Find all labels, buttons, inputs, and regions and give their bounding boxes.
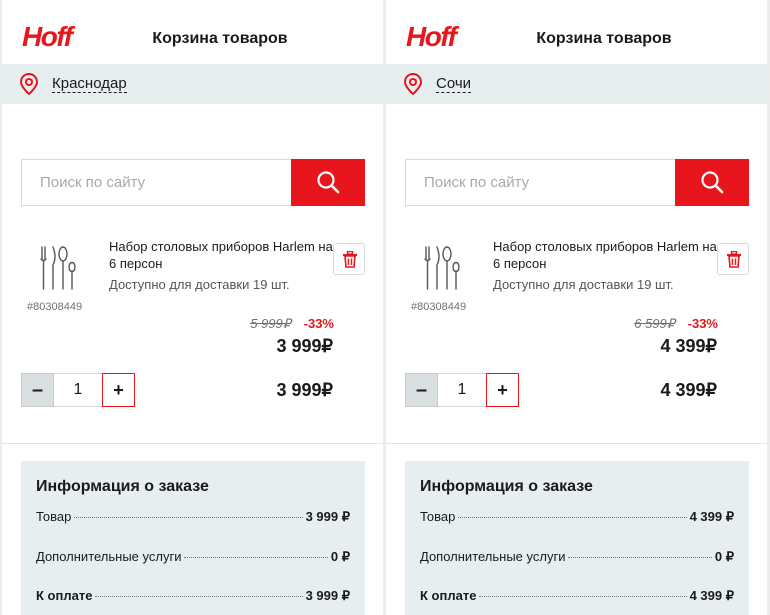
order-row-label: Товар — [420, 509, 456, 524]
product-name[interactable]: Набор столовых приборов Harlem на 6 перс… — [493, 238, 721, 272]
order-row-label: Дополнительные услуги — [36, 549, 182, 564]
quantity-input[interactable] — [54, 373, 102, 407]
page-title: Корзина товаров — [152, 30, 288, 47]
search-button[interactable] — [291, 159, 365, 206]
dotted-leader — [95, 596, 303, 597]
unit-price: 4 399₽ — [660, 336, 718, 356]
order-row-total: К оплате 4 399 ₽ — [420, 588, 734, 604]
trash-icon — [343, 251, 357, 268]
trash-icon — [727, 251, 741, 268]
decrease-quantity-button[interactable]: – — [405, 373, 438, 407]
product-sku: #80308449 — [411, 301, 467, 313]
unit-price: 3 999₽ — [276, 336, 334, 356]
old-price: 5 999₽ — [250, 316, 291, 331]
remove-item-button[interactable] — [717, 243, 749, 275]
availability-text: Доступно для доставки 19 шт. — [493, 277, 674, 292]
dotted-leader — [74, 517, 303, 518]
cutlery-product-image[interactable] — [32, 243, 82, 293]
cart-panel-right: Hoff Корзина товаров Сочи Поиск по сайту… — [386, 0, 767, 615]
city-name[interactable]: Сочи — [436, 75, 472, 93]
quantity-stepper: – + — [405, 373, 519, 407]
dotted-leader — [458, 517, 687, 518]
availability-text: Доступно для доставки 19 шт. — [109, 277, 290, 292]
order-row-label: Дополнительные услуги — [420, 549, 566, 564]
search-button[interactable] — [675, 159, 749, 206]
search-icon — [317, 171, 340, 194]
page-title: Корзина товаров — [536, 30, 672, 47]
divider — [386, 443, 767, 444]
order-summary-title: Информация о заказе — [36, 478, 209, 495]
line-total-price: 3 999₽ — [276, 380, 334, 400]
order-summary: Информация о заказе Товар 3 999 ₽ Дополн… — [21, 461, 365, 615]
order-row-total: К оплате 3 999 ₽ — [36, 588, 350, 604]
search-input[interactable] — [406, 160, 674, 205]
header: Hoff Корзина товаров — [386, 12, 767, 62]
location-pin-icon — [19, 72, 39, 96]
order-row-label: Товар — [36, 509, 72, 524]
order-row-value: 4 399 ₽ — [689, 509, 734, 524]
order-row-value: 0 ₽ — [330, 549, 350, 564]
cart-panel-left: Hoff Корзина товаров Краснодар Поиск по … — [2, 0, 383, 615]
product-name[interactable]: Набор столовых приборов Harlem на 6 перс… — [109, 238, 337, 272]
order-row-value: 3 999 ₽ — [305, 588, 350, 603]
line-total-price: 4 399₽ — [660, 380, 718, 400]
search-input[interactable] — [22, 160, 290, 205]
order-row-goods: Товар 4 399 ₽ — [420, 509, 734, 525]
increase-quantity-button[interactable]: + — [486, 373, 519, 407]
order-row-label: К оплате — [420, 588, 477, 603]
city-name[interactable]: Краснодар — [52, 75, 127, 93]
city-selector[interactable]: Сочи — [386, 64, 767, 104]
dotted-leader — [184, 557, 328, 558]
old-price: 6 599₽ — [634, 316, 675, 331]
order-row-services: Дополнительные услуги 0 ₽ — [420, 549, 734, 565]
order-row-value: 0 ₽ — [714, 549, 734, 564]
order-row-value: 4 399 ₽ — [689, 588, 734, 603]
dotted-leader — [479, 596, 687, 597]
discount-badge: -33% — [687, 316, 718, 331]
remove-item-button[interactable] — [333, 243, 365, 275]
product-sku: #80308449 — [27, 301, 83, 313]
search-bar — [405, 159, 749, 206]
location-pin-icon — [403, 72, 423, 96]
city-selector[interactable]: Краснодар — [2, 64, 383, 104]
quantity-input[interactable] — [438, 373, 486, 407]
order-summary: Информация о заказе Товар 4 399 ₽ Дополн… — [405, 461, 749, 615]
discount-badge: -33% — [303, 316, 334, 331]
increase-quantity-button[interactable]: + — [102, 373, 135, 407]
order-row-label: К оплате — [36, 588, 93, 603]
order-row-goods: Товар 3 999 ₽ — [36, 509, 350, 525]
comparison-view: Hoff Корзина товаров Краснодар Поиск по … — [0, 0, 770, 615]
dotted-leader — [568, 557, 712, 558]
order-summary-title: Информация о заказе — [420, 478, 593, 495]
quantity-stepper: – + — [21, 373, 135, 407]
order-row-services: Дополнительные услуги 0 ₽ — [36, 549, 350, 565]
decrease-quantity-button[interactable]: – — [21, 373, 54, 407]
order-row-value: 3 999 ₽ — [305, 509, 350, 524]
search-bar — [21, 159, 365, 206]
search-icon — [701, 171, 724, 194]
cutlery-product-image[interactable] — [416, 243, 466, 293]
divider — [2, 443, 383, 444]
header: Hoff Корзина товаров — [2, 12, 383, 62]
